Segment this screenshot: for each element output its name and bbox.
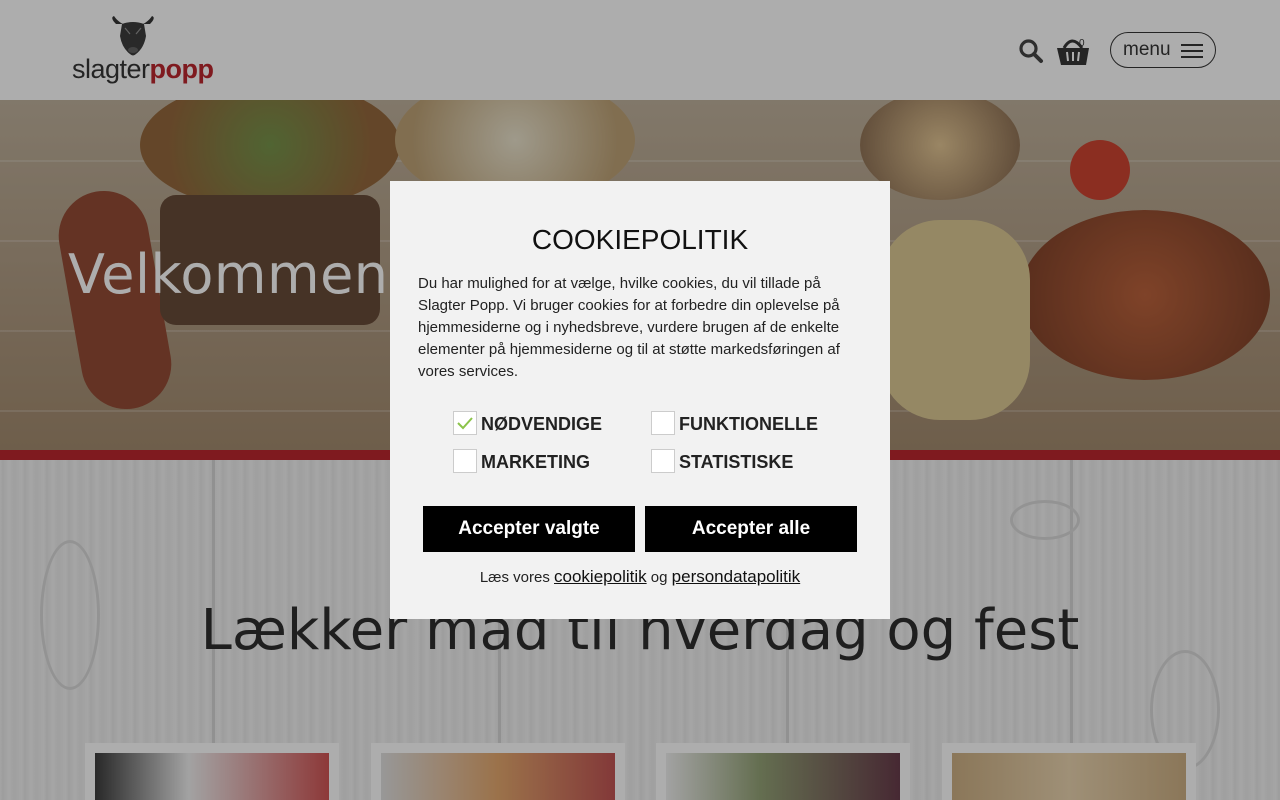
functional-label: FUNKTIONELLE [679,414,818,434]
cookie-dialog: COOKIEPOLITIK Du har mulighed for at væl… [390,181,890,619]
cookie-dialog-text: Du har mulighed for at vælge, hvilke coo… [418,275,840,380]
marketing-label: MARKETING [481,452,590,472]
marketing-checkbox[interactable] [453,449,477,473]
accept-all-button[interactable]: Accepter alle [645,506,857,552]
cookie-policy-link[interactable]: cookiepolitik [554,567,647,586]
cookie-dialog-title: COOKIEPOLITIK [531,224,749,255]
check-icon [457,417,473,430]
statistics-label: STATISTISKE [679,452,794,472]
privacy-policy-link[interactable]: persondatapolitik [672,567,801,586]
accept-selected-button[interactable]: Accepter valgte [423,506,635,552]
necessary-label: NØDVENDIGE [481,414,603,434]
policy-line: Læs vores cookiepolitik og persondatapol… [390,567,890,587]
policy-joiner: og [650,569,668,586]
policy-prefix: Læs vores [479,569,550,586]
functional-checkbox[interactable] [651,411,675,435]
necessary-checkbox[interactable] [453,411,477,435]
statistics-checkbox[interactable] [651,449,675,473]
